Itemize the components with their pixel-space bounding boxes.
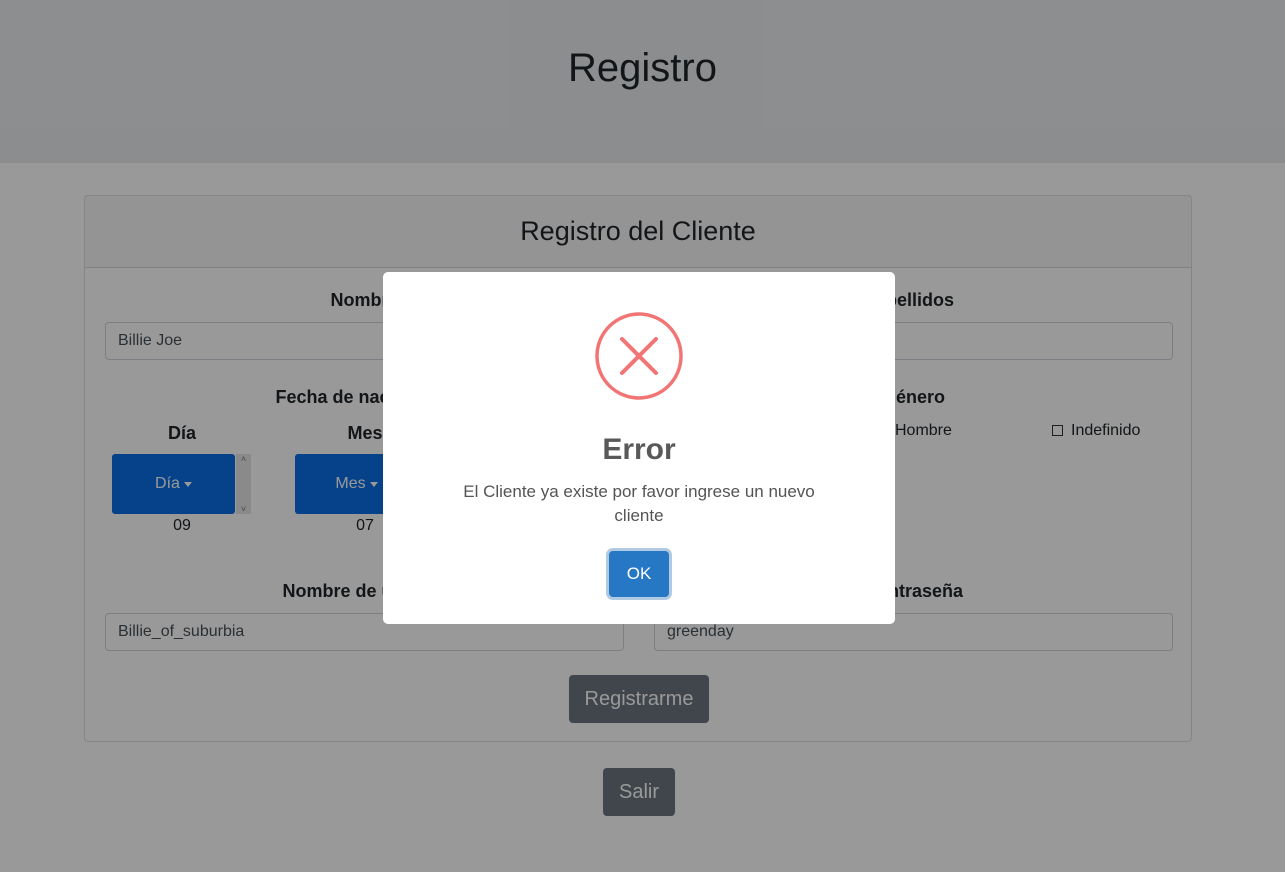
error-dialog: Error El Cliente ya existe por favor ing…: [383, 272, 895, 624]
dialog-message: El Cliente ya existe por favor ingrese u…: [463, 482, 815, 525]
dialog-title: Error: [602, 433, 676, 466]
error-x-icon: [595, 312, 683, 400]
ok-button[interactable]: OK: [609, 551, 669, 597]
